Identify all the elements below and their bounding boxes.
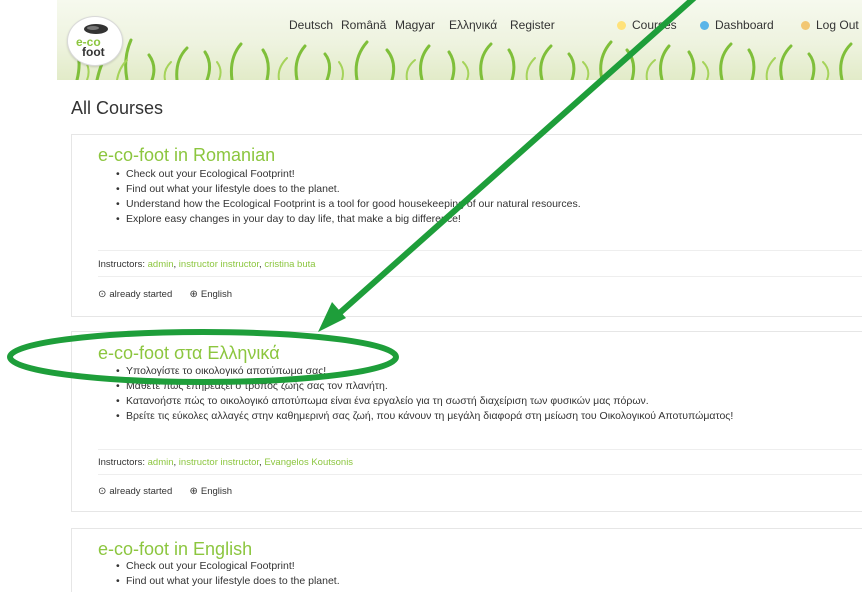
grass-banner-graphic [73, 38, 853, 80]
nav-link-dashboard[interactable]: Dashboard [700, 18, 774, 32]
list-item: Υπολογίστε το οικολογικό αποτύπωμα σας! [116, 364, 733, 379]
instructor-link[interactable]: cristina buta [264, 259, 315, 270]
course-meta: ⊙ already started ⊕ English [98, 486, 232, 497]
divider [98, 276, 862, 277]
nav-courses-label: Courses [632, 18, 677, 32]
nav-link-deutsch[interactable]: Deutsch [289, 18, 333, 32]
list-item: Μάθετε πώς επηρεάζει ο τρόπος ζωής σας τ… [116, 379, 733, 394]
instructor-link[interactable]: instructor instructor [179, 457, 259, 468]
instructor-link[interactable]: admin [148, 457, 174, 468]
book-icon [617, 21, 626, 30]
instructor-link[interactable]: Evangelos Koutsonis [264, 457, 353, 468]
globe-icon: ⊕ [189, 289, 198, 300]
instructors-label: Instructors: [98, 457, 145, 468]
nav-link-romana[interactable]: Română [341, 18, 386, 32]
nav-logout-label: Log Out [816, 18, 859, 32]
dashboard-icon [700, 21, 709, 30]
list-item: Κατανοήστε πώς το οικολογικό αποτύπωμα ε… [116, 394, 733, 409]
course-instructors: Instructors: admin, instructor instructo… [98, 457, 354, 468]
course-status: already started [109, 486, 173, 497]
user-icon [801, 21, 810, 30]
nav-link-magyar[interactable]: Magyar [395, 18, 435, 32]
divider [98, 449, 862, 450]
nav-dashboard-label: Dashboard [715, 18, 774, 32]
course-title-link[interactable]: e-co-foot in Romanian [98, 145, 275, 166]
course-description-list: Check out your Ecological Footprint! Fin… [116, 559, 340, 589]
main-nav: Deutsch Română Magyar Ελληνικά Register … [57, 18, 862, 38]
course-language: English [200, 289, 233, 300]
divider [98, 250, 862, 251]
instructor-link[interactable]: admin [148, 259, 174, 270]
course-instructors: Instructors: admin, instructor instructo… [98, 259, 316, 270]
course-title-link[interactable]: e-co-foot in English [98, 539, 252, 560]
divider [98, 474, 862, 475]
site-header: e-co foot Deutsch Română Magyar Ελληνικά… [57, 0, 862, 80]
globe-icon: ⊕ [189, 486, 198, 497]
course-status: already started [109, 289, 173, 300]
course-card: e-co-foot στα Ελληνικά Υπολογίστε το οικ… [71, 331, 862, 512]
list-item: Understand how the Ecological Footprint … [116, 197, 581, 212]
list-item: Βρείτε τις εύκολες αλλαγές στην καθημερι… [116, 409, 733, 424]
clock-icon: ⊙ [98, 486, 107, 497]
list-item: Explore easy changes in your day to day … [116, 212, 581, 227]
nav-link-logout[interactable]: Log Out [801, 18, 859, 32]
course-description-list: Υπολογίστε το οικολογικό αποτύπωμα σας! … [116, 364, 733, 424]
instructors-label: Instructors: [98, 259, 145, 270]
course-language: English [200, 486, 233, 497]
list-item: Find out what your lifestyle does to the… [116, 574, 340, 589]
course-card: e-co-foot in Romanian Check out your Eco… [71, 134, 862, 317]
course-meta: ⊙ already started ⊕ English [98, 289, 232, 300]
instructor-link[interactable]: instructor instructor [179, 259, 259, 270]
list-item: Check out your Ecological Footprint! [116, 167, 581, 182]
nav-link-courses[interactable]: Courses [617, 18, 677, 32]
course-card: e-co-foot in English Check out your Ecol… [71, 528, 862, 592]
course-title-link[interactable]: e-co-foot στα Ελληνικά [98, 343, 280, 364]
list-item: Check out your Ecological Footprint! [116, 559, 340, 574]
page-title: All Courses [71, 98, 164, 118]
nav-link-greek[interactable]: Ελληνικά [449, 18, 497, 32]
nav-link-register[interactable]: Register [510, 18, 555, 32]
clock-icon: ⊙ [98, 289, 107, 300]
logo-text-bottom: foot [82, 45, 105, 59]
list-item: Find out what your lifestyle does to the… [116, 182, 581, 197]
course-description-list: Check out your Ecological Footprint! Fin… [116, 167, 581, 227]
